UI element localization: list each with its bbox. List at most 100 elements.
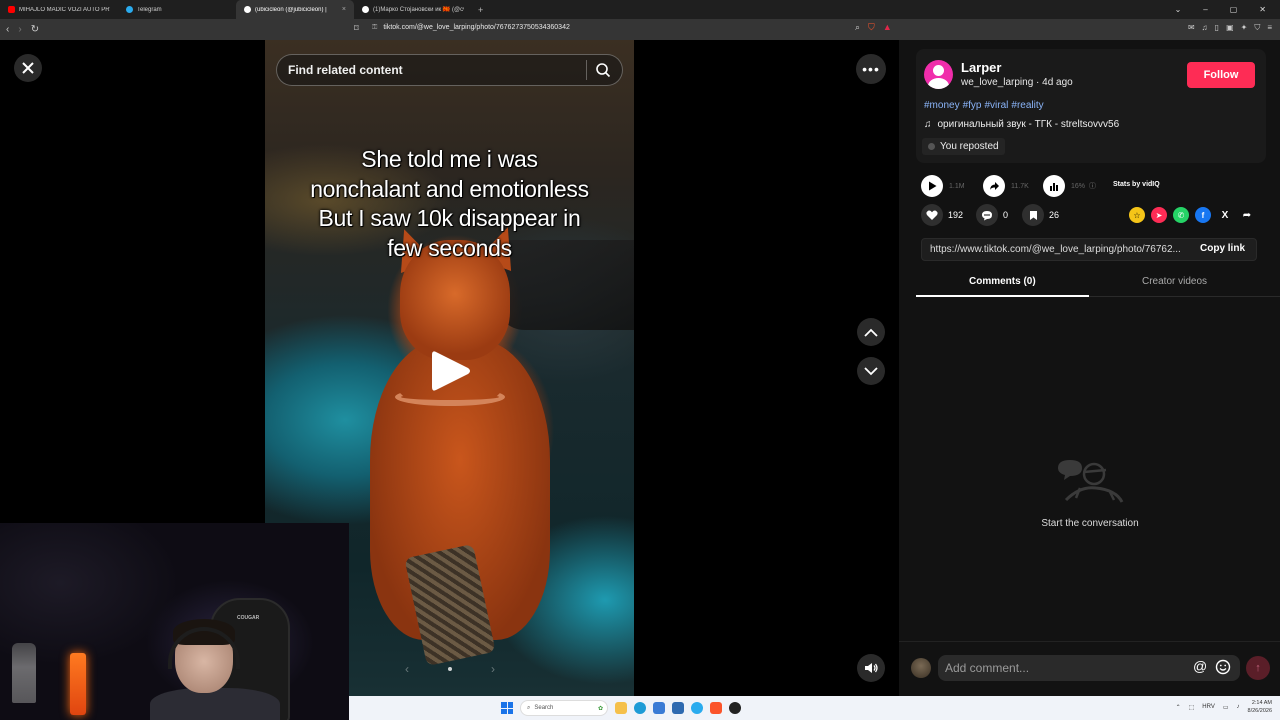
like-count: 192 — [948, 210, 964, 220]
share-more-icon[interactable]: ➦ — [1239, 207, 1255, 223]
mention-icon[interactable]: @ — [1193, 658, 1207, 674]
taskbar-search[interactable]: ⌕ Search ✿ — [520, 700, 608, 716]
hashtag-link[interactable]: #fyp — [963, 100, 982, 111]
whatsapp-icon[interactable]: ✆ — [1173, 207, 1189, 223]
new-tab-icon[interactable]: + — [472, 5, 489, 15]
comment-count: 0 — [1003, 210, 1009, 220]
clock[interactable]: 2:14 AM 8/26/2026 — [1248, 699, 1272, 715]
music-note-icon: ♫ — [924, 119, 932, 130]
hashtag-link[interactable]: #reality — [1011, 100, 1043, 111]
more-options-button[interactable]: ••• — [856, 54, 886, 84]
clock-date: 8/26/2026 — [1247, 708, 1272, 714]
engagement-stat-button[interactable] — [1043, 175, 1065, 197]
streak-share-icon[interactable]: ☆ — [1129, 207, 1145, 223]
divider — [586, 60, 587, 80]
next-post-button[interactable] — [857, 357, 885, 385]
music-extension-icon[interactable]: ♫ — [1202, 23, 1208, 33]
browser-tab[interactable]: Telegram — [118, 0, 236, 19]
arrow-up-icon: ↑ — [1255, 662, 1261, 674]
app-icon[interactable] — [672, 702, 684, 714]
like-button[interactable] — [921, 204, 943, 226]
sidebar-icon[interactable]: ▯ — [1215, 23, 1219, 33]
tab-comments[interactable]: Comments (0) — [969, 276, 1036, 287]
shares-stat-button[interactable] — [983, 175, 1005, 197]
zoom-icon[interactable]: ⌕ — [855, 22, 860, 33]
close-viewer-button[interactable] — [14, 54, 42, 82]
menu-icon[interactable]: ≡ — [1267, 23, 1272, 33]
bar-chart-icon — [1050, 182, 1058, 191]
carousel-prev-icon[interactable]: ‹ — [405, 662, 409, 676]
carousel-dot[interactable] — [448, 667, 452, 671]
telegram-icon[interactable] — [691, 702, 703, 714]
file-explorer-icon[interactable] — [615, 702, 627, 714]
volume-button[interactable] — [857, 654, 885, 682]
comment-button[interactable] — [976, 204, 998, 226]
store-icon[interactable] — [653, 702, 665, 714]
maximize-icon[interactable]: ▢ — [1230, 5, 1238, 14]
person-body — [150, 688, 280, 720]
close-window-icon[interactable]: ✕ — [1259, 5, 1266, 14]
plays-stat-button[interactable] — [921, 175, 943, 197]
extensions-bar: ✉ ♫ ▯ ▣ ✦ ⛉ ≡ — [1188, 23, 1272, 33]
wallet-icon[interactable]: ▣ — [1226, 23, 1234, 33]
hashtag-link[interactable]: #viral — [984, 100, 1008, 111]
brave-shield-icon[interactable]: ⛉ — [868, 22, 875, 33]
follow-button[interactable]: Follow — [1187, 62, 1255, 88]
save-button[interactable] — [1022, 204, 1044, 226]
network-icon[interactable]: ▭ — [1223, 704, 1229, 711]
sound-title: оригинальный звук - ТГК - streltsovvv56 — [937, 119, 1120, 130]
send-to-friends-icon[interactable]: ➤ — [1151, 207, 1167, 223]
bookmark-icon[interactable]: ⌑ — [354, 23, 359, 34]
app-icon[interactable] — [729, 702, 741, 714]
author-name[interactable]: Larper — [961, 60, 1001, 75]
brave-rewards-icon[interactable]: ▲ — [883, 22, 892, 33]
language-indicator[interactable]: HRV — [1202, 704, 1215, 710]
reload-icon[interactable]: ↻ — [31, 24, 39, 35]
tray-app-icon[interactable]: ⬚ — [1189, 704, 1195, 711]
caption-line: nonchalant and emotionless — [310, 175, 589, 202]
site-info-icon[interactable]: ⚿ — [372, 24, 377, 32]
tray-overflow-icon[interactable]: ⌃ — [1176, 704, 1181, 711]
related-search-input[interactable]: Find related content — [276, 54, 623, 86]
author-handle-date[interactable]: we_love_larping · 4d ago — [961, 77, 1073, 88]
previous-post-button[interactable] — [857, 318, 885, 346]
close-tab-icon[interactable]: × — [342, 6, 346, 13]
extensions-icon[interactable]: ✦ — [1241, 23, 1248, 33]
sound-link[interactable]: ♫ оригинальный звук - ТГК - streltsovvv5… — [924, 119, 1119, 130]
copy-link-button[interactable]: Copy link — [1200, 243, 1245, 254]
repost-badge[interactable]: You reposted — [922, 138, 1005, 155]
forward-icon[interactable]: › — [18, 24, 21, 35]
browser-tab-active[interactable]: (ubicicleon (@jubicicleon) | × — [236, 0, 354, 19]
user-avatar[interactable] — [911, 658, 931, 678]
extension-icon[interactable]: ✉ — [1188, 23, 1195, 33]
active-tab-indicator — [916, 295, 1089, 297]
volume-icon[interactable]: ♪ — [1237, 704, 1240, 710]
browser-tab[interactable]: MIHAJLO MADIĆ VOZI AUTO PRVI P — [0, 0, 118, 19]
vidiq-label[interactable]: Stats by vidIQ — [1113, 181, 1160, 188]
facebook-icon[interactable]: f — [1195, 207, 1211, 223]
back-icon[interactable]: ‹ — [6, 24, 9, 35]
info-icon[interactable]: ⓘ — [1085, 181, 1096, 191]
action-row: 192 0 26 — [921, 204, 1059, 226]
start-button[interactable] — [501, 702, 513, 714]
address-bar: ‹ › ↻ ⌑ ⚿ tiktok.com/@we_love_larping/ph… — [0, 19, 1280, 40]
carousel-next-icon[interactable]: › — [491, 662, 495, 676]
hashtag-link[interactable]: #money — [924, 100, 960, 111]
brave-icon[interactable] — [710, 702, 722, 714]
caption-line: She told me i was — [361, 146, 538, 172]
play-icon[interactable] — [430, 348, 472, 394]
tab-list-icon[interactable]: ⌄ — [1175, 5, 1182, 14]
browser-tab[interactable]: (1)Марко Стојановски ик 🇲🇰 (@cvo — [354, 0, 472, 19]
x-twitter-icon[interactable]: X — [1217, 207, 1233, 223]
minimize-icon[interactable]: – — [1203, 5, 1207, 14]
tab-title: Telegram — [137, 6, 162, 13]
shield-icon[interactable]: ⛉ — [1254, 23, 1260, 33]
send-comment-button[interactable]: ↑ — [1246, 656, 1270, 680]
url-field[interactable]: ⚿ tiktok.com/@we_love_larping/photo/7676… — [372, 24, 570, 32]
chair-brand-label: COUGAR — [237, 615, 260, 621]
edge-icon[interactable] — [634, 702, 646, 714]
tab-creator-videos[interactable]: Creator videos — [1142, 276, 1207, 287]
search-icon[interactable] — [595, 62, 611, 78]
emoji-icon[interactable] — [1215, 659, 1231, 675]
author-avatar[interactable] — [924, 60, 953, 89]
